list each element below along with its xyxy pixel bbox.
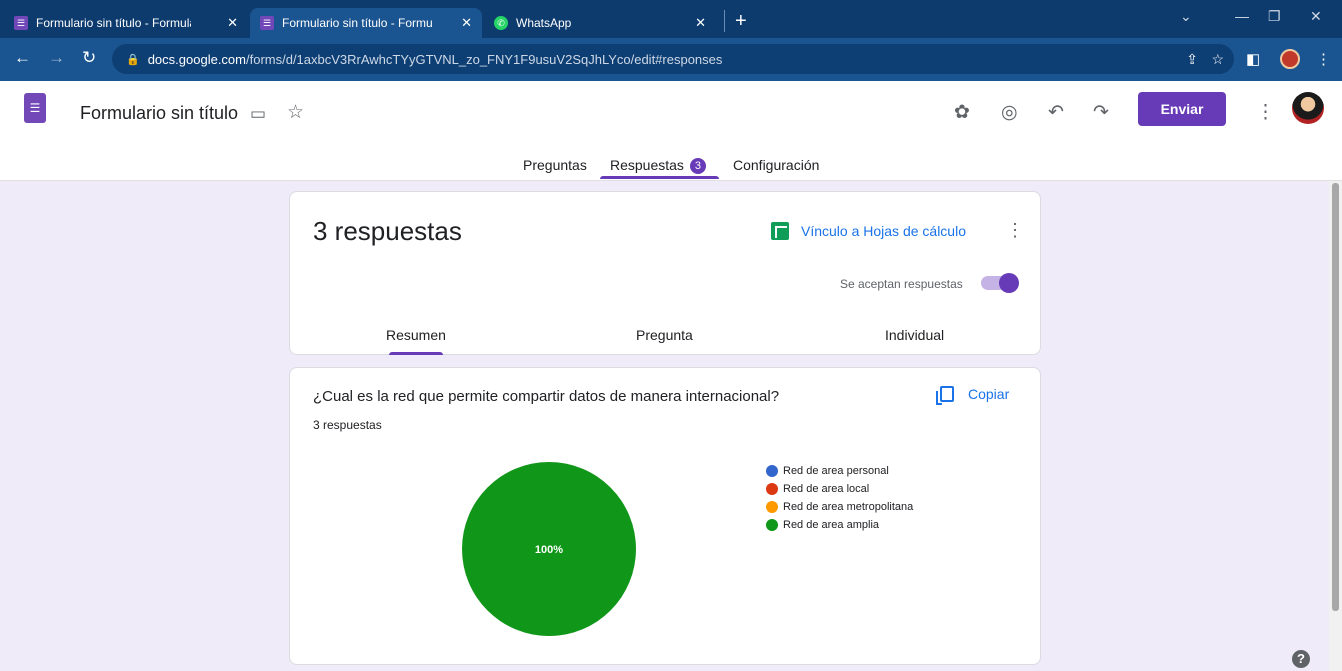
- browser-tab-bar: ☰ Formulario sin título - Formulario ✕ ☰…: [0, 0, 1342, 38]
- close-icon[interactable]: ✕: [689, 15, 706, 31]
- tab-search-icon[interactable]: ⌄: [1180, 8, 1192, 25]
- preview-eye-icon[interactable]: ◎: [1001, 101, 1018, 124]
- close-icon[interactable]: ✕: [455, 15, 472, 31]
- share-icon[interactable]: ⇪: [1186, 51, 1198, 68]
- minimize-icon[interactable]: —: [1235, 8, 1249, 24]
- responses-title: 3 respuestas: [313, 216, 462, 246]
- undo-icon[interactable]: ↶: [1048, 101, 1064, 124]
- side-panel-icon[interactable]: ◧: [1246, 50, 1260, 68]
- browser-profile-avatar[interactable]: [1280, 49, 1300, 69]
- legend-item-2[interactable]: Red de area metropolitana: [766, 498, 913, 516]
- url-input[interactable]: 🔒 docs.google.com /forms/d/1axbcV3RrAwhc…: [112, 44, 1234, 74]
- tab-title: Formulario sin título - Formulario: [282, 16, 432, 30]
- browser-tab-1[interactable]: ☰ Formulario sin título - Formulario ✕: [4, 8, 248, 38]
- url-host: docs.google.com: [147, 51, 246, 67]
- accepting-responses-label: Se aceptan respuestas: [840, 277, 963, 291]
- forward-icon[interactable]: →: [48, 48, 65, 68]
- subtab-question[interactable]: Pregunta: [636, 327, 693, 343]
- legend-item-1[interactable]: Red de area local: [766, 480, 913, 498]
- subtab-individual[interactable]: Individual: [885, 327, 944, 343]
- redo-icon[interactable]: ↷: [1093, 101, 1109, 124]
- legend-label: Red de area local: [783, 483, 870, 495]
- reload-icon[interactable]: ↻: [82, 48, 96, 68]
- tab-title: Formulario sin título - Formulario: [36, 16, 191, 30]
- toggle-knob: [999, 273, 1019, 293]
- help-icon[interactable]: ?: [1292, 650, 1310, 668]
- lock-icon: 🔒: [126, 53, 140, 66]
- tab-settings[interactable]: Configuración: [733, 157, 819, 173]
- sheets-icon: [771, 222, 789, 240]
- bookmark-star-icon[interactable]: ☆: [1211, 51, 1224, 68]
- pie-slice-label-3: 100%: [535, 544, 563, 556]
- scrollbar-thumb[interactable]: [1332, 183, 1339, 611]
- forms-logo-icon[interactable]: ☰: [24, 93, 46, 123]
- sheets-link-button[interactable]: Vínculo a Hojas de cálculo: [771, 222, 966, 240]
- back-icon[interactable]: ←: [14, 48, 31, 68]
- browser-tab-3[interactable]: ✆ WhatsApp ✕: [484, 8, 716, 38]
- legend-swatch: [766, 483, 778, 495]
- more-options-icon[interactable]: ⋮: [1256, 101, 1275, 124]
- legend-label: Red de area personal: [783, 465, 889, 477]
- legend-item-0[interactable]: Red de area personal: [766, 462, 913, 480]
- pie-chart: 100%: [462, 462, 636, 636]
- avatar[interactable]: [1292, 92, 1324, 124]
- form-title[interactable]: Formulario sin título: [80, 103, 238, 124]
- legend-swatch: [766, 465, 778, 477]
- chart-legend: Red de area personal Red de area local Red…: [766, 462, 913, 534]
- browser-tab-2[interactable]: ☰ Formulario sin título - Formulario ✕: [250, 8, 482, 38]
- active-tab-indicator: [600, 176, 719, 179]
- new-tab-button[interactable]: +: [724, 10, 747, 32]
- restore-icon[interactable]: ❐: [1268, 8, 1281, 25]
- star-icon[interactable]: ☆: [287, 101, 304, 124]
- legend-item-3[interactable]: Red de area amplia: [766, 516, 913, 534]
- window-close-icon[interactable]: ✕: [1310, 8, 1322, 25]
- forms-icon: ☰: [260, 16, 274, 30]
- page-scrollbar[interactable]: [1329, 181, 1342, 671]
- url-path: /forms/d/1axbcV3RrAwhcTYyGTVNL_zo_FNY1F9…: [245, 51, 723, 67]
- legend-swatch: [766, 501, 778, 513]
- tab-title: WhatsApp: [516, 16, 572, 30]
- legend-label: Red de area metropolitana: [783, 501, 914, 513]
- folder-icon[interactable]: ▭: [250, 104, 266, 124]
- active-subtab-indicator: [389, 352, 443, 355]
- accepting-responses-toggle[interactable]: [981, 273, 1019, 293]
- forms-header: ☰ Formulario sin título ▭ ☆ ✿ ◎ ↶ ↷ Envi…: [0, 81, 1342, 181]
- tab-questions[interactable]: Preguntas: [523, 157, 587, 173]
- responses-count-badge: 3: [689, 158, 706, 174]
- tab-responses[interactable]: Respuestas 3: [610, 157, 706, 174]
- more-options-icon[interactable]: ⋮: [1006, 220, 1024, 241]
- send-button[interactable]: Enviar: [1138, 92, 1226, 126]
- legend-swatch: [766, 519, 778, 531]
- subtab-summary[interactable]: Resumen: [386, 327, 446, 343]
- sheets-link-label: Vínculo a Hojas de cálculo: [801, 223, 966, 239]
- forms-icon: ☰: [14, 16, 28, 30]
- browser-menu-icon[interactable]: ⋮: [1316, 50, 1331, 68]
- question-summary-card: ¿Cual es la red que permite compartir da…: [289, 367, 1041, 665]
- legend-label: Red de area amplia: [783, 519, 880, 531]
- responses-summary-card: 3 respuestas Vínculo a Hojas de cálculo …: [289, 191, 1041, 355]
- whatsapp-icon: ✆: [494, 16, 508, 30]
- address-bar: ← → ↻ 🔒 docs.google.com /forms/d/1axbcV3…: [0, 38, 1342, 81]
- palette-icon[interactable]: ✿: [954, 101, 970, 124]
- close-icon[interactable]: ✕: [221, 15, 238, 31]
- tab-responses-label: Respuestas: [610, 157, 684, 173]
